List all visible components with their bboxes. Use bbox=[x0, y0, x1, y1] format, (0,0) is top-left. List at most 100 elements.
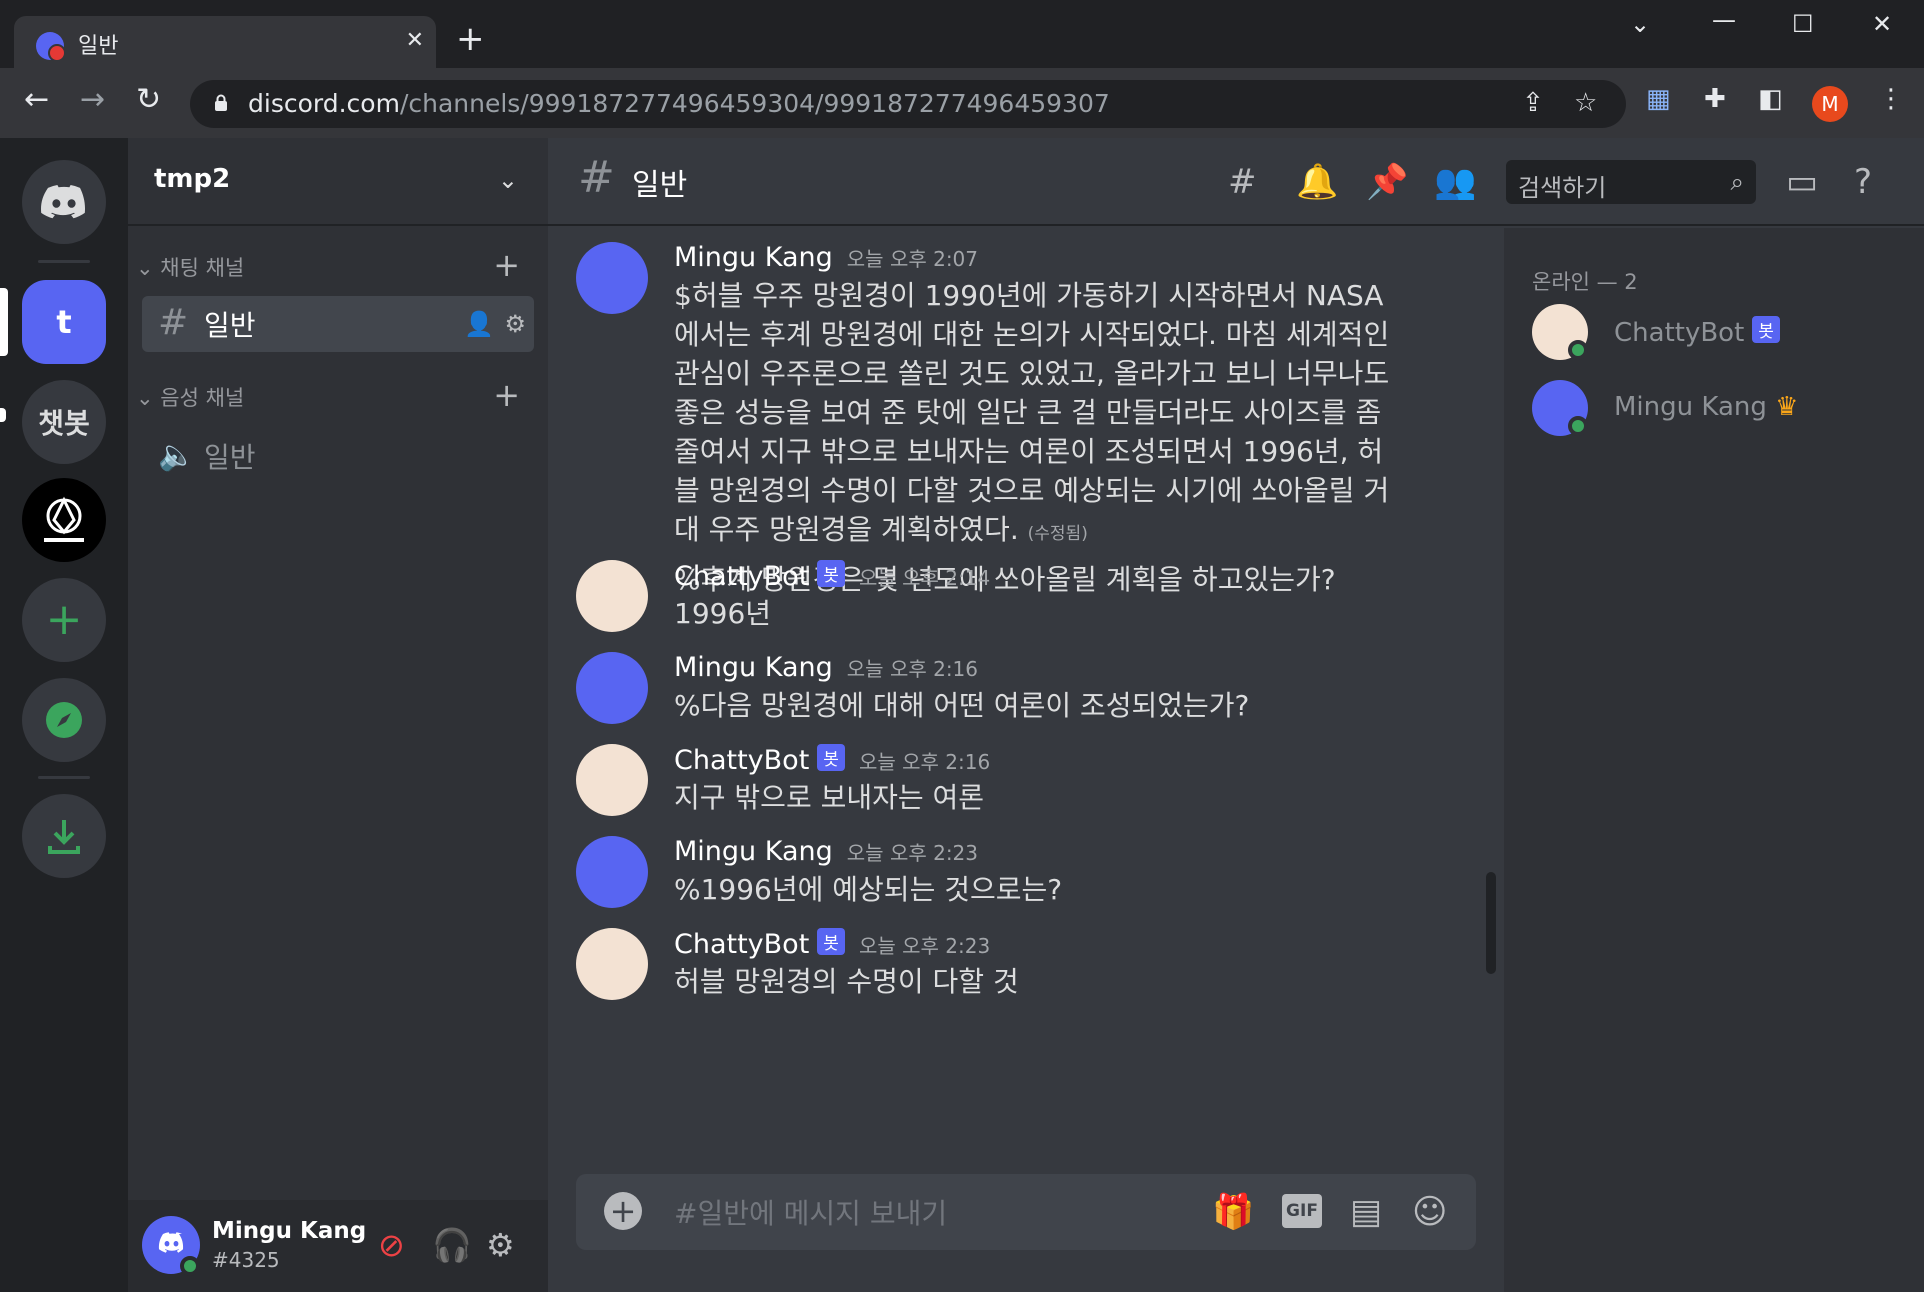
tab-close-icon[interactable]: ✕ bbox=[406, 28, 424, 53]
pin-icon[interactable]: 📌 bbox=[1366, 162, 1408, 202]
category-voice-channels[interactable]: ⌄ 음성 채널 + bbox=[128, 376, 548, 422]
member-item[interactable]: ChattyBot 봇 bbox=[1532, 304, 1912, 364]
author-name[interactable]: ChattyBot bbox=[674, 929, 809, 960]
invite-user-icon[interactable]: 👤 bbox=[464, 310, 494, 338]
search-input[interactable]: 검색하기 ⌕ bbox=[1506, 160, 1756, 204]
avatar[interactable] bbox=[576, 928, 648, 1000]
hash-icon: # bbox=[158, 302, 189, 343]
avatar[interactable] bbox=[576, 652, 648, 724]
guild-label: t bbox=[56, 303, 72, 341]
mute-mic-icon[interactable]: ⊘ bbox=[378, 1226, 405, 1264]
message-composer[interactable]: + #일반에 메시지 보내기 🎁 GIF ▤ ☺ bbox=[576, 1174, 1476, 1250]
explore-servers-button[interactable] bbox=[22, 678, 106, 762]
speaker-icon: 🔈 bbox=[158, 438, 196, 473]
member-name: ChattyBot 봇 bbox=[1614, 316, 1780, 348]
category-text-channels[interactable]: ⌄ 채팅 채널 + bbox=[128, 246, 548, 292]
help-icon[interactable]: ? bbox=[1854, 162, 1872, 202]
message-content: $허블 우주 망원경이 1990년에 가동하기 시작하면서 NASA에서는 후계… bbox=[674, 276, 1394, 599]
message-timestamp: 오늘 오후 2:14 bbox=[858, 566, 991, 590]
discord-favicon-icon bbox=[36, 32, 66, 62]
guild-t[interactable]: t bbox=[22, 280, 106, 364]
browser-menu-icon[interactable]: ⋮ bbox=[1878, 84, 1904, 114]
compass-icon bbox=[46, 702, 82, 738]
message-scrollbar[interactable] bbox=[1486, 370, 1496, 1270]
minimize-icon[interactable]: — bbox=[1712, 6, 1736, 34]
avatar[interactable] bbox=[576, 744, 648, 816]
window-close-icon[interactable]: ✕ bbox=[1872, 10, 1892, 38]
extensions-puzzle-icon[interactable]: ✚ bbox=[1704, 84, 1726, 114]
headphones-icon[interactable]: 🎧 bbox=[432, 1226, 472, 1264]
create-channel-plus-icon[interactable]: + bbox=[493, 376, 520, 414]
channel-name: 일반 bbox=[204, 441, 256, 474]
profile-avatar[interactable]: M bbox=[1812, 86, 1848, 122]
side-panel-icon[interactable]: ◧ bbox=[1758, 84, 1783, 114]
message-header: Mingu Kang 오늘 오후 2:23 bbox=[674, 836, 978, 867]
reload-icon[interactable]: ↻ bbox=[136, 82, 161, 117]
notification-bell-icon[interactable]: 🔔 bbox=[1296, 162, 1338, 202]
server-name: tmp2 bbox=[154, 164, 231, 194]
download-apps-button[interactable] bbox=[22, 794, 106, 878]
member-list-icon[interactable]: 👥 bbox=[1434, 162, 1476, 202]
guild-eleutherai[interactable] bbox=[22, 478, 106, 562]
author-name[interactable]: Mingu Kang bbox=[674, 836, 833, 867]
eleutherai-logo-icon bbox=[44, 496, 84, 542]
message-header: ChattyBot 봇 오늘 오후 2:23 bbox=[674, 928, 990, 960]
gear-icon[interactable]: ⚙ bbox=[504, 310, 526, 338]
download-icon bbox=[48, 820, 80, 854]
emoji-icon[interactable]: ☺ bbox=[1412, 1192, 1447, 1232]
share-icon[interactable]: ⇪ bbox=[1522, 88, 1544, 118]
member-name: Mingu Kang ♛ bbox=[1614, 392, 1799, 422]
message-text: %1996년에 예상되는 것으로는? bbox=[674, 873, 1063, 906]
message-header: ChattyBot 봇 오늘 오후 2:16 bbox=[674, 744, 990, 776]
member-item[interactable]: Mingu Kang ♛ bbox=[1532, 380, 1912, 440]
message-header: Mingu Kang 오늘 오후 2:16 bbox=[674, 652, 978, 683]
forward-icon[interactable]: → bbox=[80, 82, 105, 117]
sticker-icon[interactable]: ▤ bbox=[1350, 1192, 1382, 1232]
bookmark-star-icon[interactable]: ☆ bbox=[1574, 88, 1597, 118]
maximize-icon[interactable]: ☐ bbox=[1792, 10, 1814, 38]
author-name[interactable]: ChattyBot bbox=[674, 561, 809, 592]
home-button[interactable] bbox=[22, 160, 106, 244]
attach-plus-icon[interactable]: + bbox=[604, 1192, 642, 1230]
new-tab-icon[interactable]: + bbox=[456, 22, 485, 56]
hash-icon: # bbox=[578, 152, 615, 203]
address-bar[interactable]: discord.com/channels/999187277496459304/… bbox=[190, 80, 1626, 128]
author-name[interactable]: ChattyBot bbox=[674, 745, 809, 776]
guild-chatbot[interactable]: 챗봇 bbox=[22, 380, 106, 464]
avatar[interactable] bbox=[576, 836, 648, 908]
add-server-button[interactable]: + bbox=[22, 578, 106, 662]
message-text: $허블 우주 망원경이 1990년에 가동하기 시작하면서 NASA에서는 후계… bbox=[674, 279, 1390, 546]
gift-icon[interactable]: 🎁 bbox=[1212, 1192, 1254, 1232]
inbox-icon[interactable]: ▭ bbox=[1786, 162, 1818, 202]
settings-gear-icon[interactable]: ⚙ bbox=[486, 1226, 515, 1264]
author-name[interactable]: Mingu Kang bbox=[674, 652, 833, 683]
message-header: ChattyBot 봇 오늘 오후 2:14 bbox=[674, 560, 990, 592]
create-channel-plus-icon[interactable]: + bbox=[493, 246, 520, 284]
avatar[interactable] bbox=[576, 242, 648, 314]
scroll-thumb[interactable] bbox=[1486, 872, 1496, 974]
unread-pill bbox=[0, 408, 6, 422]
url-path: /channels/999187277496459304/99918727749… bbox=[399, 89, 1110, 118]
voice-channel-general[interactable]: 🔈 일반 bbox=[142, 428, 534, 484]
author-name[interactable]: Mingu Kang bbox=[674, 242, 833, 273]
avatar[interactable] bbox=[576, 560, 648, 632]
channel-item-general[interactable]: # 일반 👤 ⚙ bbox=[142, 296, 534, 352]
message-list: Mingu Kang 오늘 오후 2:07 $허블 우주 망원경이 1990년에 … bbox=[548, 228, 1488, 1292]
message-input[interactable]: #일반에 메시지 보내기 bbox=[674, 1192, 947, 1232]
chevron-down-icon[interactable]: ⌄ bbox=[498, 166, 518, 194]
browser-toolbar: ← → ↻ discord.com/channels/9991872774964… bbox=[0, 68, 1924, 138]
message-text: 1996년 bbox=[674, 597, 772, 630]
browser-tab[interactable]: 일반 ✕ bbox=[14, 16, 436, 68]
back-icon[interactable]: ← bbox=[24, 82, 49, 117]
threads-icon[interactable]: # bbox=[1228, 162, 1257, 202]
search-icon: ⌕ bbox=[1730, 168, 1744, 196]
user-tag: #4325 bbox=[212, 1248, 280, 1272]
gif-button[interactable]: GIF bbox=[1282, 1194, 1322, 1228]
message-timestamp: 오늘 오후 2:23 bbox=[846, 841, 979, 865]
search-placeholder: 검색하기 bbox=[1518, 174, 1607, 202]
message-header: Mingu Kang 오늘 오후 2:07 bbox=[674, 242, 978, 273]
translate-icon[interactable]: ▦ bbox=[1646, 84, 1671, 114]
server-header[interactable]: tmp2 ⌄ bbox=[128, 138, 548, 226]
tab-search-chevron-icon[interactable]: ⌄ bbox=[1630, 10, 1650, 38]
tab-strip: 일반 ✕ + ⌄ — ☐ ✕ bbox=[0, 0, 1924, 68]
